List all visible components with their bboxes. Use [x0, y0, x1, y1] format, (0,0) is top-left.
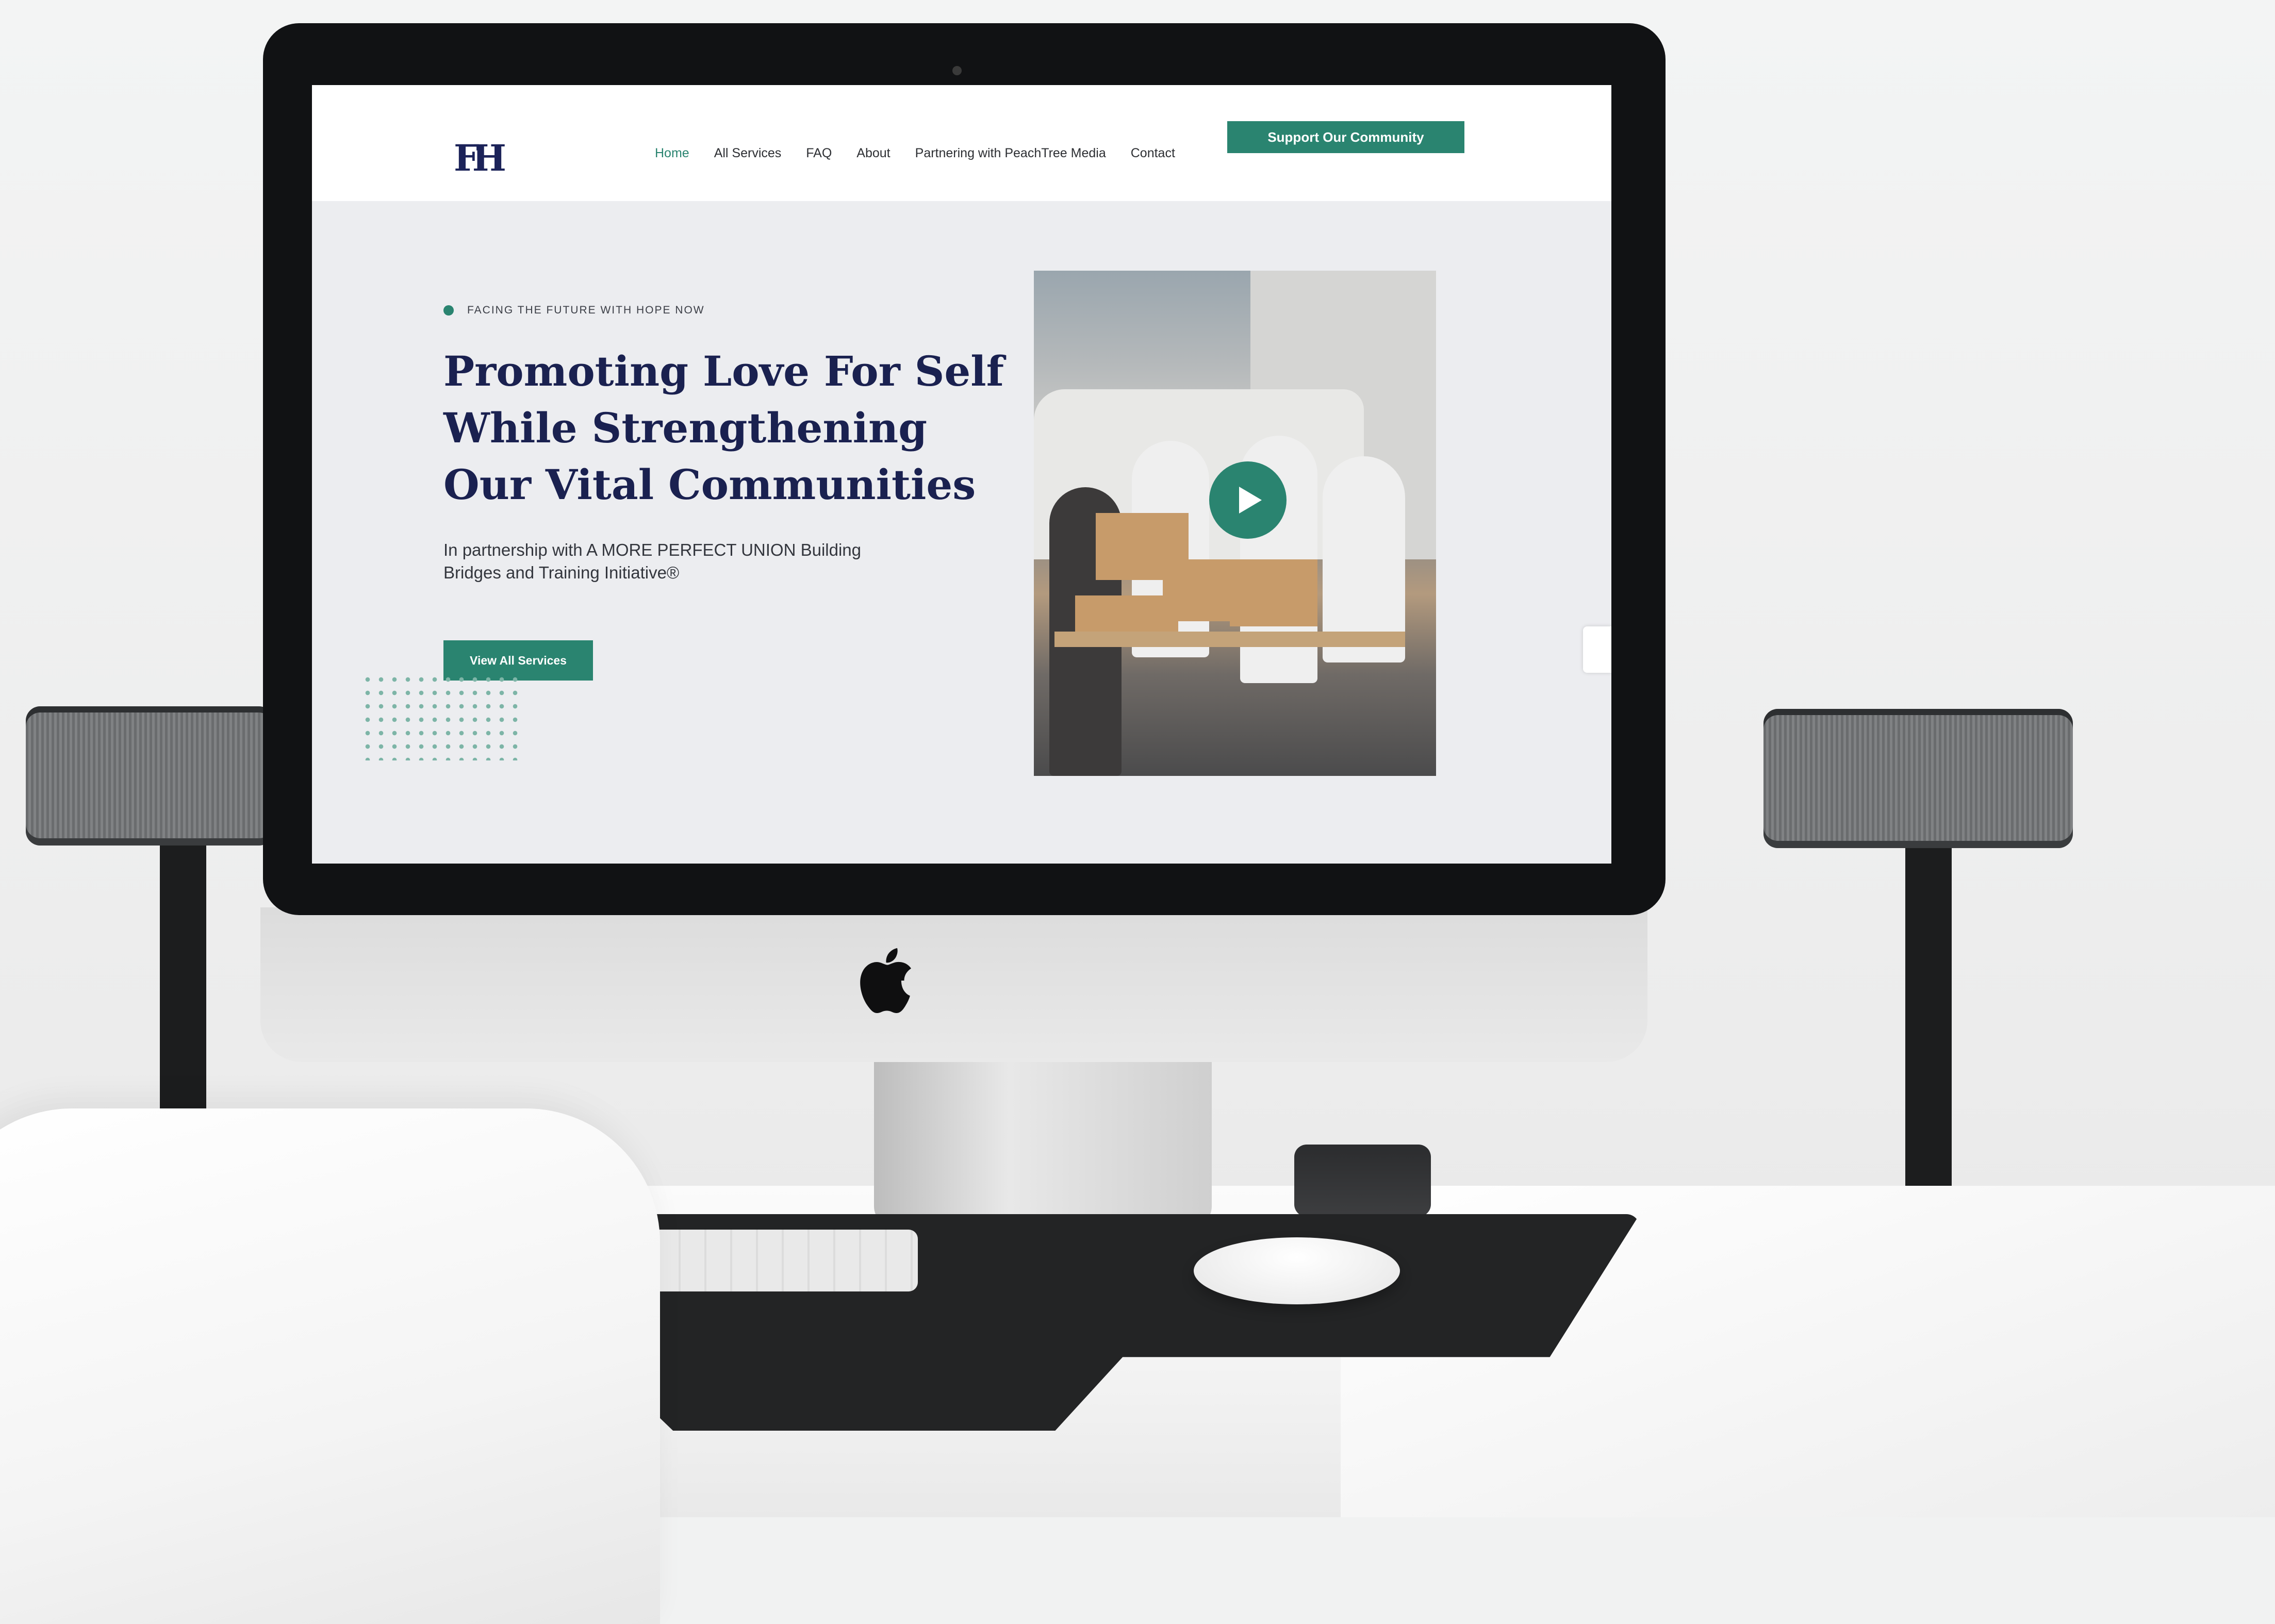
support-community-button[interactable]: Support Our Community: [1227, 121, 1464, 153]
eyebrow-text: FACING THE FUTURE WITH HOPE NOW: [467, 304, 705, 316]
headline-line: Promoting Love For Self: [443, 347, 1004, 395]
hero-eyebrow: FACING THE FUTURE WITH HOPE NOW: [443, 304, 705, 317]
play-icon: [1239, 487, 1262, 513]
webcam: [952, 66, 962, 75]
nav-peachtree-link[interactable]: Partnering with PeachTree Media: [915, 146, 1106, 161]
headline-line: While Strengthening: [443, 404, 928, 452]
decorative-dot-grid: [361, 673, 526, 760]
site-header: FH Home All Services FAQ About Partnerin…: [312, 85, 1611, 201]
play-video-button[interactable]: [1209, 461, 1287, 539]
bullet-dot-icon: [443, 305, 454, 316]
magic-mouse: [1194, 1237, 1400, 1304]
imac-chin: [260, 907, 1647, 1062]
main-nav: Home All Services FAQ About Partnering w…: [655, 146, 1175, 161]
site-logo[interactable]: FH: [454, 137, 506, 180]
nav-all-services-link[interactable]: All Services: [714, 146, 782, 161]
apple-logo-icon: [860, 948, 911, 1013]
nav-contact-link[interactable]: Contact: [1131, 146, 1175, 161]
right-speaker: [1748, 709, 2088, 1227]
nav-faq-link[interactable]: FAQ: [806, 146, 832, 161]
hero-headline: Promoting Love For Self While Strengthen…: [443, 343, 1004, 513]
website-screen: FH Home All Services FAQ About Partnerin…: [312, 85, 1611, 864]
accessibility-side-tab[interactable]: [1583, 626, 1611, 673]
nav-about-link[interactable]: About: [856, 146, 890, 161]
white-chair: [0, 1108, 660, 1624]
headline-line: Our Vital Communities: [443, 460, 976, 509]
hero-subtext: In partnership with A MORE PERFECT UNION…: [443, 540, 862, 582]
speaker-control-puck: [1294, 1145, 1431, 1217]
nav-home-link[interactable]: Home: [655, 146, 689, 161]
imac-stand: [874, 1041, 1212, 1227]
